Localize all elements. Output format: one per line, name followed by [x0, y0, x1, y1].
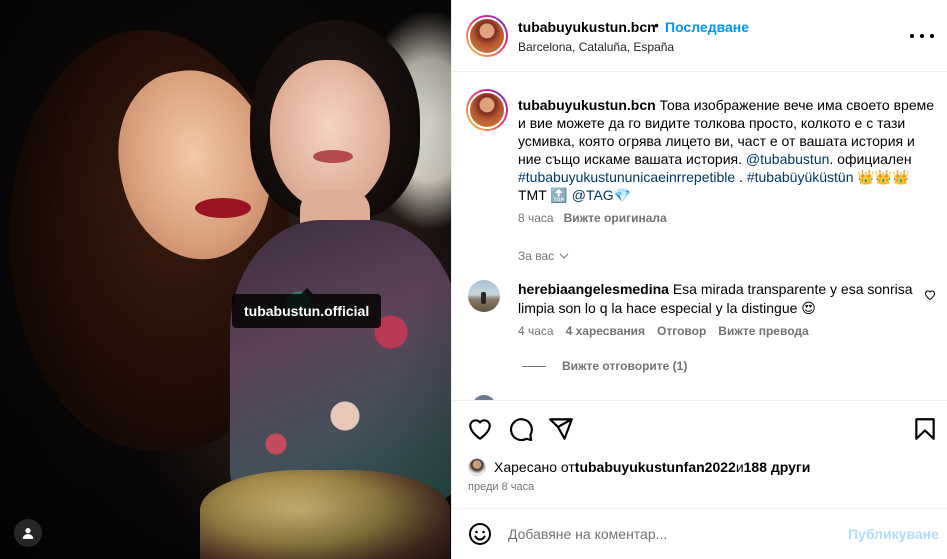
- hashtag-link[interactable]: #tubabuyukustununicaeinrrepetible: [518, 169, 735, 185]
- share-icon[interactable]: [548, 416, 574, 442]
- post-side-panel: tubabuyukustun.bcn • Последване Barcelon…: [451, 0, 947, 559]
- comment-likes-count[interactable]: 4 харесвания: [566, 324, 645, 338]
- location-link[interactable]: Barcelona, Cataluña, España: [518, 40, 674, 54]
- follow-button[interactable]: Последване: [665, 19, 749, 35]
- comments-section[interactable]: tubabuyukustun.bcn Това изображение вече…: [452, 73, 947, 400]
- post-header: tubabuyukustun.bcn • Последване Barcelon…: [452, 0, 947, 72]
- comment-time[interactable]: 4 часа: [518, 324, 554, 338]
- bookmark-icon[interactable]: [912, 416, 938, 442]
- avatar[interactable]: [466, 15, 508, 57]
- user-tag-icon: [22, 528, 34, 539]
- emoji-icon[interactable]: [468, 522, 492, 546]
- mention-link[interactable]: @TAG: [572, 187, 614, 203]
- comment-sort-dropdown[interactable]: За вас: [518, 249, 570, 263]
- see-translation-button[interactable]: Вижте превода: [718, 324, 808, 338]
- comment-input[interactable]: [508, 523, 838, 545]
- caption: tubabuyukustun.bcn Това изображение вече…: [518, 97, 935, 203]
- comment-icon[interactable]: [508, 416, 534, 442]
- post-photo[interactable]: tubabustun.official: [0, 0, 451, 559]
- comment-composer: Публикуване: [452, 508, 947, 559]
- comment-meta: 4 часа 4 харесвания Отговор Вижте превод…: [518, 324, 809, 338]
- caption-avatar[interactable]: [466, 89, 508, 131]
- see-original-button[interactable]: Вижте оригинала: [564, 211, 667, 225]
- liker-username[interactable]: tubabuyukustunfan2022: [575, 459, 736, 475]
- comment-like-button[interactable]: [924, 288, 936, 306]
- caption-time[interactable]: 8 часа: [518, 211, 554, 225]
- likes-summary: Харесано от tubabuyukustunfan2022 и 188 …: [468, 458, 810, 476]
- liker-avatar[interactable]: [468, 458, 486, 476]
- post-comment-button[interactable]: Публикуване: [848, 526, 939, 542]
- separator-dot: •: [654, 17, 659, 33]
- sort-label: За вас: [518, 249, 555, 263]
- post-timestamp[interactable]: преди 8 часа: [468, 481, 534, 493]
- caption-username[interactable]: tubabuyukustun.bcn: [518, 97, 656, 113]
- heart-icon: [924, 290, 936, 301]
- mention-link[interactable]: @tubabustun: [746, 151, 830, 167]
- comment-username[interactable]: herebiaangelesmedina: [518, 281, 669, 297]
- user-tag-button[interactable]: [14, 519, 42, 547]
- user-tag-label[interactable]: tubabustun.official: [232, 288, 382, 328]
- view-replies-button[interactable]: Вижте отговорите (1): [522, 359, 687, 373]
- caption-meta: 8 часа Вижте оригинала: [518, 211, 667, 225]
- others-link[interactable]: 188 други: [744, 459, 811, 475]
- action-bar: [452, 400, 947, 458]
- header-username[interactable]: tubabuyukustun.bcn: [518, 19, 656, 35]
- more-options-icon[interactable]: [910, 26, 934, 46]
- chevron-down-icon: [559, 253, 569, 259]
- hashtag-link[interactable]: #tubabüyüküstün: [747, 169, 854, 185]
- reply-button[interactable]: Отговор: [657, 324, 706, 338]
- commenter-avatar[interactable]: [468, 280, 500, 312]
- comment-text: herebiaangelesmedina Esa mirada transpar…: [518, 281, 913, 316]
- heart-icon[interactable]: [467, 416, 493, 442]
